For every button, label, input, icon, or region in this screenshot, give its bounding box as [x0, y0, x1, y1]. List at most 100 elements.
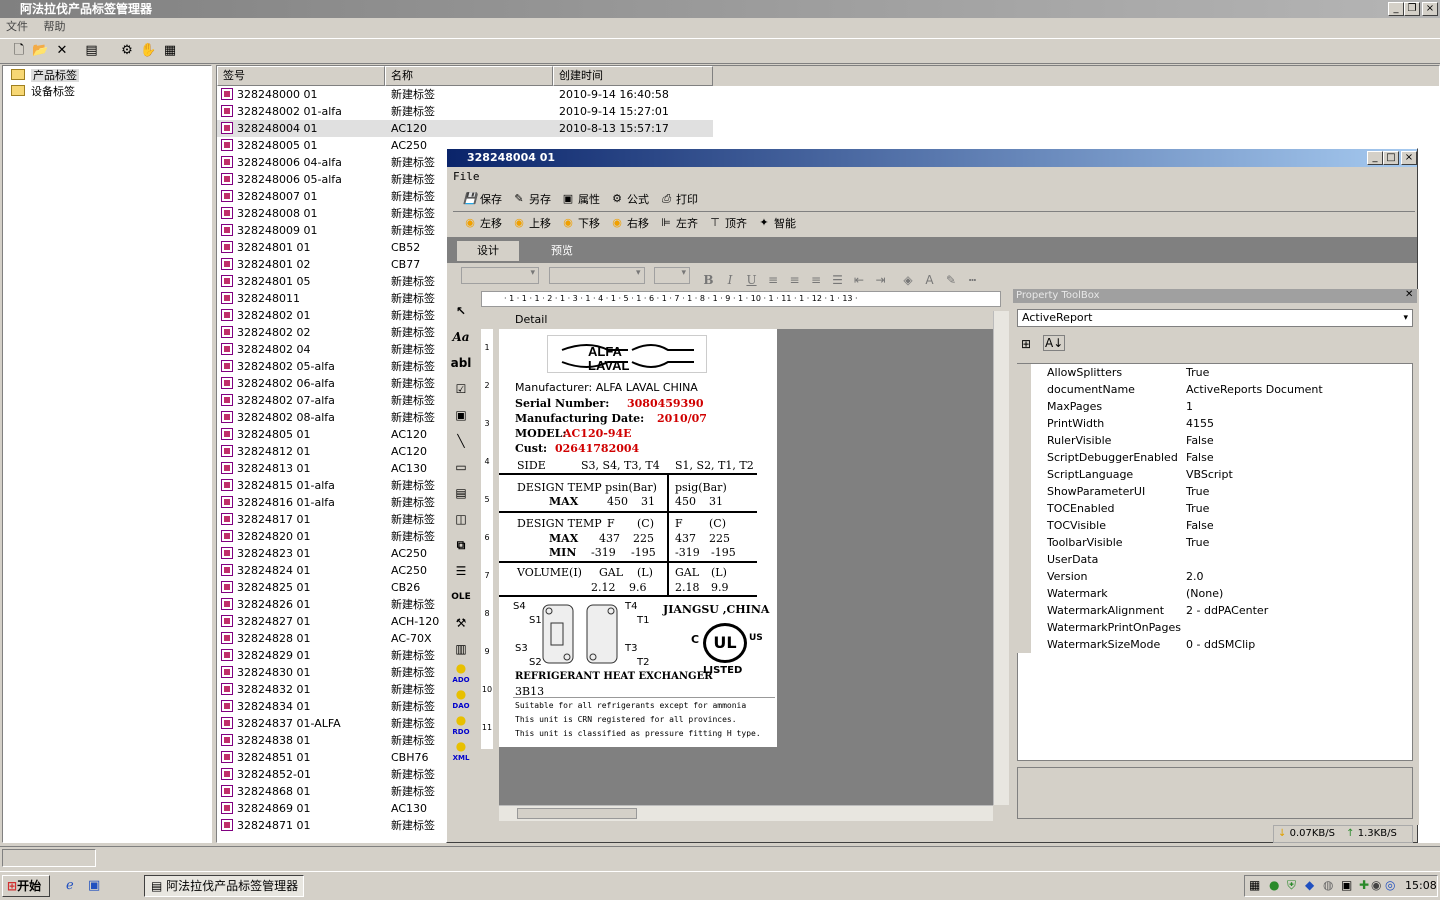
object-selector[interactable]: ActiveReport ▾ [1017, 309, 1413, 327]
xml-icon[interactable]: ● XML [449, 740, 473, 767]
menu-help[interactable]: 帮助 [44, 20, 66, 33]
property-row[interactable]: PrintWidth 4155 [1017, 415, 1412, 432]
property-value[interactable]: False [1182, 517, 1214, 534]
property-value[interactable]: 1 [1182, 398, 1193, 415]
property-row[interactable]: Version 2.0 [1017, 568, 1412, 585]
column-header-time[interactable]: 创建时间 [553, 66, 713, 86]
rhe-field[interactable]: REFRIGERANT HEAT EXCHANGER [515, 671, 713, 682]
ie-icon[interactable]: ℯ [66, 878, 74, 893]
align-center-icon[interactable]: ≡ [786, 273, 804, 287]
move-up-button[interactable]: ◉ 上移 [512, 215, 551, 231]
pagebreak-tool-icon[interactable]: ⧉ [449, 533, 473, 559]
property-value[interactable]: ActiveReports Document [1182, 381, 1323, 398]
editor-menu-file[interactable]: File [453, 170, 480, 183]
tab-preview[interactable]: 预览 [531, 241, 593, 261]
property-row[interactable]: AllowSplitters True [1017, 364, 1412, 381]
style-combo[interactable] [461, 267, 539, 284]
align-left-text-icon[interactable]: ≡ [764, 273, 782, 287]
property-value[interactable]: 2 - ddPACenter [1182, 602, 1268, 619]
tray-icon-6[interactable]: ✚ [1359, 878, 1369, 892]
property-value[interactable] [1182, 619, 1186, 636]
designer-hscroll[interactable] [499, 805, 993, 821]
italic-icon[interactable]: I [721, 273, 739, 287]
max-a[interactable]: 450 [607, 495, 628, 508]
vol-b[interactable]: 9.6 [629, 581, 647, 594]
tray-icon-3[interactable]: ◆ [1305, 878, 1314, 892]
section-detail[interactable]: Detail [499, 311, 993, 329]
cust-label[interactable]: Cust: [515, 442, 547, 455]
property-row[interactable]: ScriptLanguage VBScript [1017, 466, 1412, 483]
design-temp-1b[interactable]: psig(Bar) [675, 481, 727, 494]
underline-icon[interactable]: U [743, 273, 761, 287]
tray-icon-shield[interactable]: ⛨ [1287, 878, 1296, 893]
c-label[interactable]: (C) [637, 517, 654, 530]
editor-minimize-button[interactable]: _ [1367, 151, 1383, 165]
shape-tool-icon[interactable]: ▭ [449, 455, 473, 481]
property-value[interactable]: True [1182, 483, 1209, 500]
max2-c[interactable]: 437 [675, 532, 696, 545]
vol-d[interactable]: 9.9 [711, 581, 729, 594]
vol-c[interactable]: 2.18 [675, 581, 700, 594]
rdo-icon[interactable]: ● RDO [449, 714, 473, 741]
bold-icon[interactable]: B [700, 273, 718, 287]
property-value[interactable]: 0 - ddSMClip [1182, 636, 1255, 653]
align-right-icon[interactable]: ≡ [807, 273, 825, 287]
property-value[interactable]: 4155 [1182, 415, 1214, 432]
dao-icon[interactable]: ● DAO [449, 688, 473, 715]
design-temp-2[interactable]: DESIGN TEMP [517, 517, 602, 530]
origin-field[interactable]: JIANGSU ,CHINA [663, 603, 769, 616]
tool-icon[interactable]: ✋ [140, 42, 158, 60]
property-row[interactable]: UserData [1017, 551, 1412, 568]
vol-a[interactable]: 2.12 [591, 581, 616, 594]
exchanger-diagram[interactable]: S4 T4 S1 T1 S3 T3 S2 T2 [513, 601, 663, 669]
property-close-icon[interactable]: ✕ [1405, 289, 1413, 300]
richtext-tool-icon[interactable]: ▤ [449, 481, 473, 507]
bar-tool-icon[interactable]: ☰ [449, 559, 473, 585]
design-temp-1[interactable]: DESIGN TEMP psin(Bar) [517, 481, 657, 494]
cust-field[interactable]: 02641782004 [555, 442, 639, 455]
checkbox-tool-icon[interactable]: ☑ [449, 377, 473, 403]
property-value[interactable]: (None) [1182, 585, 1223, 602]
label-tool-icon[interactable]: Aa [449, 325, 473, 351]
clock[interactable]: 15:08 [1405, 879, 1437, 892]
property-row[interactable]: WatermarkAlignment 2 - ddPACenter [1017, 602, 1412, 619]
max2-d[interactable]: 225 [709, 532, 730, 545]
tray-icon-8[interactable]: ◎ [1385, 878, 1395, 892]
property-row[interactable]: Watermark (None) [1017, 585, 1412, 602]
property-row[interactable]: TOCEnabled True [1017, 500, 1412, 517]
fill-color-icon[interactable]: ◈ [899, 273, 917, 287]
tree-item-product[interactable]: 产品标签 [3, 68, 211, 84]
note-3[interactable]: This unit is classified as pressure fitt… [515, 729, 761, 738]
table-row[interactable]: 328248002 01-alfa 新建标签 2010-9-14 15:27:01 [217, 103, 1439, 120]
menu-file[interactable]: 文件 [6, 20, 28, 33]
new-icon[interactable]: 🗋 [10, 42, 28, 60]
side-label[interactable]: SIDE [517, 459, 546, 472]
f2-label[interactable]: F [675, 517, 683, 530]
bullets-icon[interactable]: ☰ [829, 273, 847, 287]
max2-b[interactable]: 225 [633, 532, 654, 545]
l-label[interactable]: (L) [637, 566, 653, 579]
property-value[interactable] [1182, 551, 1186, 568]
gal2-label[interactable]: GAL [675, 566, 699, 579]
designer-vscroll[interactable] [993, 311, 1009, 805]
property-row[interactable]: TOCVisible False [1017, 517, 1412, 534]
max-c[interactable]: 450 [675, 495, 696, 508]
print-button[interactable]: ⎙ 打印 [659, 191, 698, 207]
line-style-icon[interactable]: ┅ [964, 273, 982, 287]
max-b[interactable]: 31 [641, 495, 655, 508]
font-combo[interactable] [548, 267, 645, 284]
property-row[interactable]: ScriptDebuggerEnabled False [1017, 449, 1412, 466]
note-1[interactable]: Suitable for all refrigerants except for… [515, 701, 746, 710]
task-button[interactable]: ▤ 阿法拉伐产品标签管理器 [144, 875, 304, 897]
pointer-icon[interactable]: ↖ [449, 299, 473, 325]
max2-a[interactable]: 437 [599, 532, 620, 545]
side-b-field[interactable]: S1, S2, T1, T2 [675, 459, 754, 472]
tools-tool-icon[interactable]: ⚒ [449, 611, 473, 637]
tree-item-device[interactable]: 设备标签 [3, 84, 211, 100]
tray-icon-5[interactable]: ▣ [1341, 878, 1352, 892]
serial-field[interactable]: 3080459390 [627, 397, 704, 410]
ado-icon[interactable]: ● ADO [449, 662, 473, 689]
sort-az-icon[interactable]: A↓ [1043, 335, 1066, 351]
table-row[interactable]: 328248004 01 AC120 2010-8-13 15:57:17 [217, 120, 1439, 137]
maximize-button[interactable]: ❐ [1404, 2, 1420, 16]
